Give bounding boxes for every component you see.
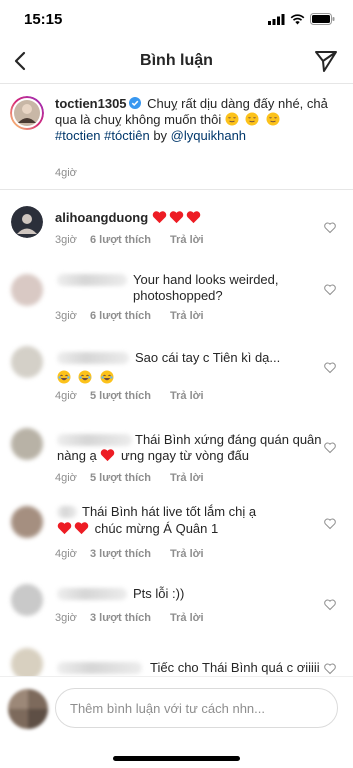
red-heart-icon <box>74 522 89 535</box>
red-heart-icon <box>57 522 72 535</box>
reply-button[interactable]: Trả lời <box>170 612 204 624</box>
blurred-username <box>57 352 129 364</box>
wifi-icon <box>290 13 305 24</box>
comment-item: Thái Bình xứng đáng quán quân nàng ạ ưng… <box>0 420 353 500</box>
caption-time: 4giờ <box>55 167 77 179</box>
comment-item: Tiếc cho Thái Bình quá c ơiiiii <box>0 642 353 676</box>
avatar[interactable] <box>11 428 43 460</box>
avatar <box>8 689 48 729</box>
comment-time: 4giờ <box>55 548 77 560</box>
comment-meta: 3giờ 3 lượt thích Trả lời <box>55 612 204 624</box>
laughing-emoji-icon <box>78 370 92 384</box>
red-heart-icon <box>169 211 184 224</box>
home-indicator[interactable] <box>113 756 240 761</box>
comment-likes[interactable]: 3 lượt thích <box>90 548 170 560</box>
comment-likes[interactable]: 5 lượt thích <box>90 390 170 402</box>
comment-text-part: chúc mừng Á Quân 1 <box>94 521 219 536</box>
like-heart-icon[interactable] <box>324 663 336 675</box>
status-time: 15:15 <box>24 11 63 28</box>
relieved-emoji-icon <box>245 112 259 126</box>
battery-icon <box>310 13 335 25</box>
caption-mention[interactable]: @lyquikhanh <box>171 128 246 143</box>
comment-time: 4giờ <box>55 472 77 484</box>
avatar[interactable] <box>11 274 43 306</box>
nav-bar: Bình luận <box>0 38 353 84</box>
comment-meta: 4giờ 5 lượt thích Trả lời <box>55 390 204 402</box>
comment-meta: 3giờ 6 lượt thích Trả lời <box>55 234 204 246</box>
comment-text: chúc mừng Á Quân 1 <box>57 521 342 537</box>
comment-meta: 3giờ 6 lượt thích Trả lời <box>55 310 204 322</box>
relieved-emoji-icon <box>266 112 280 126</box>
like-heart-icon[interactable] <box>324 362 336 374</box>
comment-likes[interactable]: 5 lượt thích <box>90 472 170 484</box>
comment-username[interactable]: alihoangduong <box>55 210 148 225</box>
reply-button[interactable]: Trả lời <box>170 234 204 246</box>
reply-button[interactable]: Trả lời <box>170 310 204 322</box>
comment-input[interactable]: Thêm bình luận với tư cách nhn... <box>55 688 338 728</box>
comment-emojis <box>57 369 117 387</box>
comment-meta: 4giờ 3 lượt thích Trả lời <box>55 548 204 560</box>
reply-button[interactable]: Trả lời <box>170 548 204 560</box>
comment-meta: 4giờ 5 lượt thích Trả lời <box>55 472 204 484</box>
avatar[interactable] <box>11 346 43 378</box>
comment-text: alihoangduong <box>55 210 203 226</box>
comment-item: Sao cái tay c Tiên kì dạ... 4giờ 5 lượt … <box>0 340 353 420</box>
post-caption: toctien1305 Chuỵ rất dịu dàng đấy nhé, c… <box>0 84 353 190</box>
like-heart-icon[interactable] <box>324 518 336 530</box>
red-heart-icon <box>186 211 201 224</box>
blurred-username <box>57 506 77 518</box>
reply-button[interactable]: Trả lời <box>170 472 204 484</box>
comment-text: Tiếc cho Thái Bình quá c ơiiiii <box>150 660 320 675</box>
status-bar: 15:15 <box>0 0 353 38</box>
comment-time: 3giờ <box>55 612 77 624</box>
like-heart-icon[interactable] <box>324 442 336 454</box>
laughing-emoji-icon <box>57 370 71 384</box>
avatar[interactable] <box>11 648 43 676</box>
avatar[interactable] <box>11 206 43 238</box>
comment-text: Thái Bình hát live tốt lắm chị ạ <box>82 504 257 519</box>
blurred-username <box>57 588 127 600</box>
like-heart-icon[interactable] <box>324 222 336 234</box>
caption-username[interactable]: toctien1305 <box>55 96 127 111</box>
blurred-username <box>57 274 127 286</box>
comment-likes[interactable]: 6 lượt thích <box>90 310 170 322</box>
comment-text: Your hand looks weirded, photoshopped? <box>133 272 279 303</box>
avatar[interactable] <box>11 584 43 616</box>
caption-emojis <box>225 112 283 127</box>
page-title: Bình luận <box>140 52 213 69</box>
signal-icon <box>268 13 285 25</box>
comment-likes[interactable]: 6 lượt thích <box>90 234 170 246</box>
laughing-emoji-icon <box>100 370 114 384</box>
red-heart-icon <box>152 211 167 224</box>
comment-input-bar: Thêm bình luận với tư cách nhn... <box>0 676 353 742</box>
comment-time: 4giờ <box>55 390 77 402</box>
comment-item: Your hand looks weirded, photoshopped? 3… <box>0 264 353 344</box>
blurred-username <box>57 662 142 674</box>
like-heart-icon[interactable] <box>324 284 336 296</box>
caption-text: toctien1305 Chuỵ rất dịu dàng đấy nhé, c… <box>55 96 340 144</box>
comment-text: Thái Bình xứng đáng quán quân nàng ạ ưng… <box>57 432 342 464</box>
comment-likes[interactable]: 3 lượt thích <box>90 612 170 624</box>
like-heart-icon[interactable] <box>324 599 336 611</box>
verified-badge-icon <box>128 97 141 109</box>
send-icon[interactable] <box>313 48 339 74</box>
comment-text-part: ưng ngay từ vòng đấu <box>121 448 250 463</box>
avatar[interactable] <box>11 506 43 538</box>
comment-text: Sao cái tay c Tiên kì dạ... <box>135 350 281 365</box>
caption-by: by <box>153 128 168 143</box>
red-heart-icon <box>101 449 115 462</box>
avatar[interactable] <box>10 96 44 130</box>
comment-time: 3giờ <box>55 234 77 246</box>
comment-item: Thái Bình hát live tốt lắm chị ạ chúc mừ… <box>0 498 353 578</box>
relieved-emoji-icon <box>225 112 239 126</box>
reply-button[interactable]: Trả lời <box>170 390 204 402</box>
comment-text: Pts lỗi :)) <box>133 586 185 601</box>
status-icons <box>268 12 335 26</box>
caption-hashtags[interactable]: #toctien #tóctiên <box>55 128 150 143</box>
comment-time: 3giờ <box>55 310 77 322</box>
